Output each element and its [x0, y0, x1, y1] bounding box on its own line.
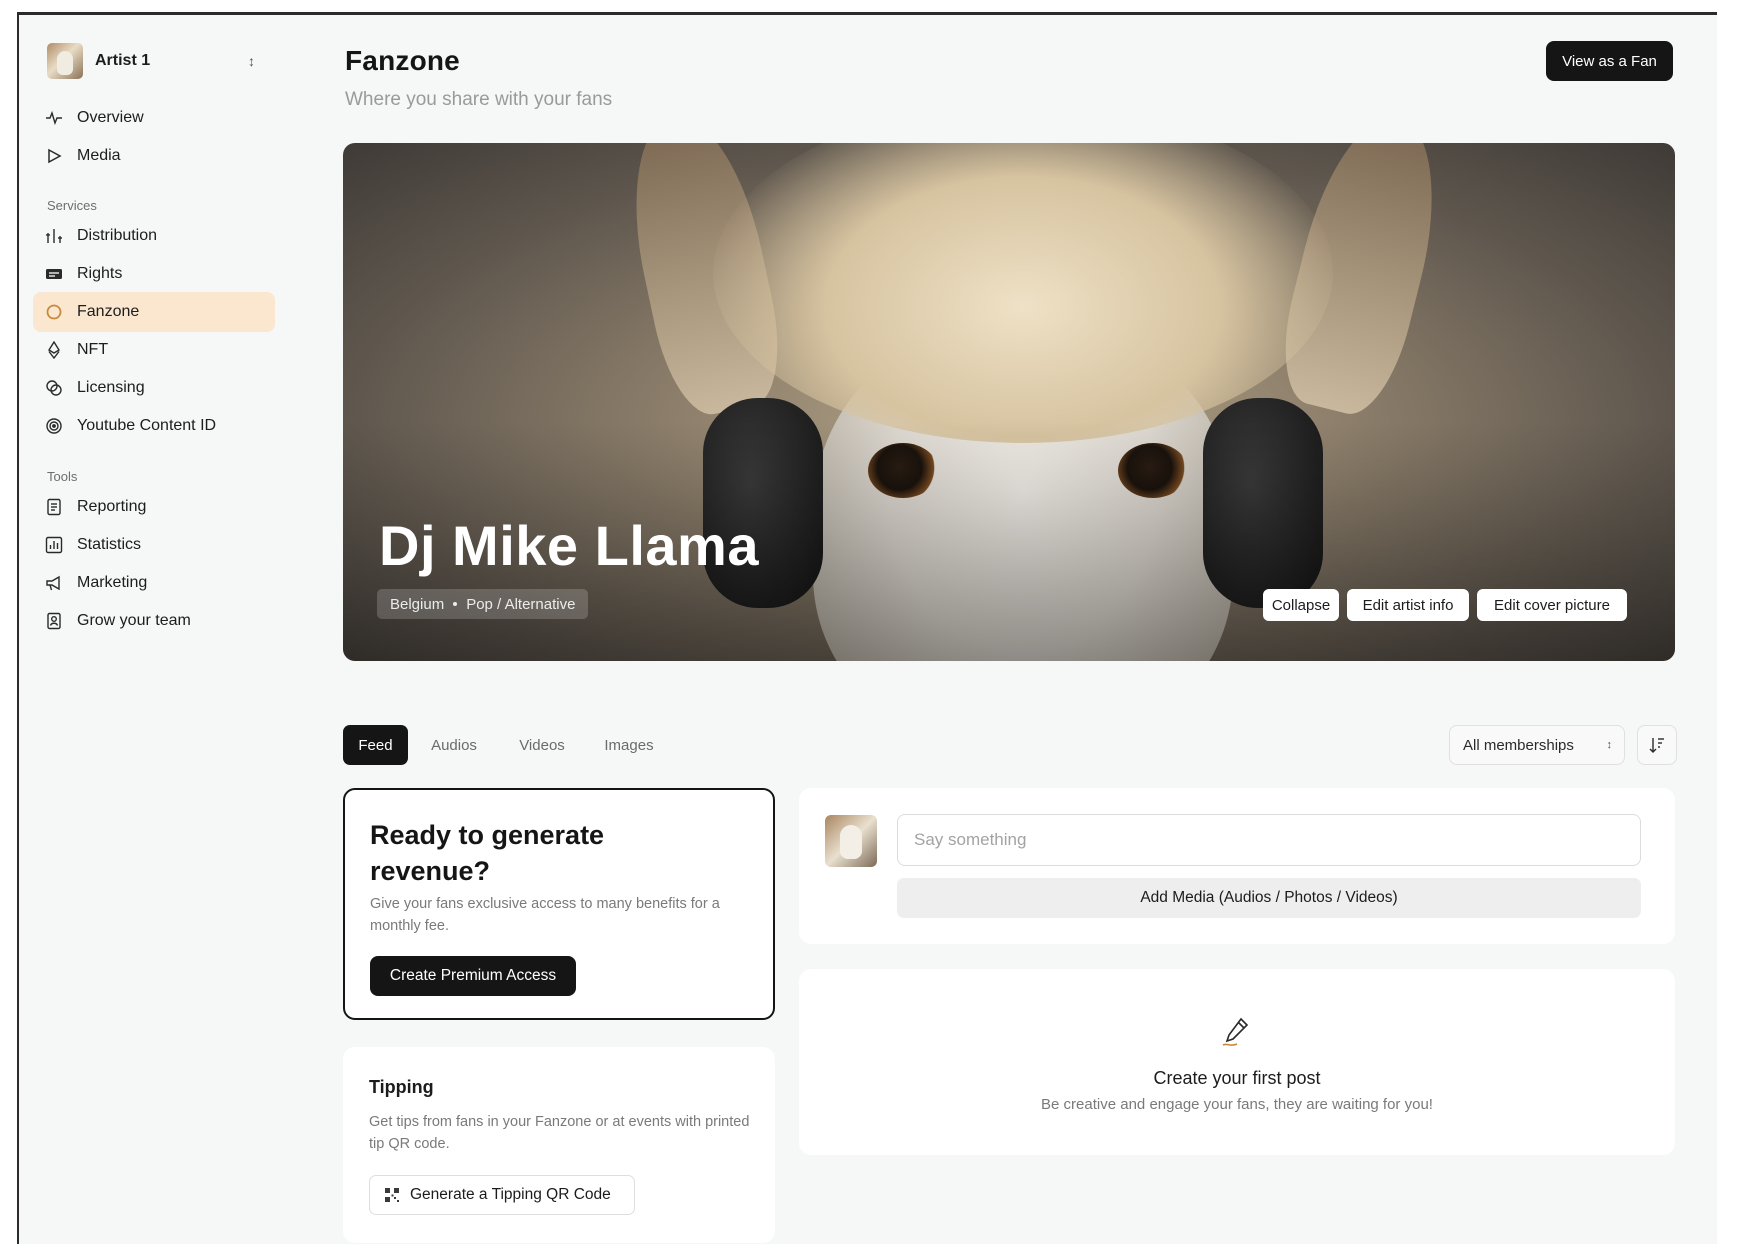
artist-name: Dj Mike Llama [379, 514, 759, 577]
sidebar-item-fanzone[interactable]: Fanzone [33, 292, 275, 332]
contact-icon [45, 612, 63, 630]
sidebar-item-nft[interactable]: NFT [33, 330, 275, 370]
tab-images[interactable]: Images [591, 725, 667, 765]
circle-icon [45, 303, 63, 321]
sidebar-item-label: Overview [77, 109, 144, 126]
artist-country: Belgium [390, 595, 445, 613]
chevron-up-down-icon: ↕ [1606, 739, 1613, 751]
artist-genre: Pop / Alternative [466, 595, 576, 613]
sidebar-item-media[interactable]: Media [33, 136, 275, 176]
premium-access-card: Ready to generate revenue? Give your fan… [343, 788, 775, 1020]
post-input[interactable] [897, 814, 1641, 866]
pen-icon [1222, 1017, 1249, 1046]
tools-heading: Tools [47, 469, 78, 484]
chart-icon [45, 536, 63, 554]
activity-icon [45, 109, 63, 127]
sidebar-item-label: Marketing [77, 574, 148, 591]
qr-code-icon [385, 1188, 399, 1202]
add-media-button[interactable]: Add Media (Audios / Photos / Videos) [897, 878, 1641, 918]
tipping-card: Tipping Get tips from fans in your Fanzo… [343, 1047, 775, 1243]
sidebar-item-overview[interactable]: Overview [33, 98, 275, 138]
post-composer: Add Media (Audios / Photos / Videos) [799, 788, 1675, 944]
account-name: Artist 1 [95, 52, 151, 69]
sidebar-item-label: Media [77, 147, 121, 164]
generate-qr-code-label: Generate a Tipping QR Code [410, 1186, 611, 1203]
tipping-title: Tipping [369, 1077, 434, 1097]
artist-avatar [47, 43, 83, 79]
empty-state-title: Create your first post [1153, 1068, 1321, 1088]
empty-feed-state: Create your first post Be creative and e… [799, 969, 1675, 1155]
content-id-icon [45, 417, 63, 435]
sidebar-item-marketing[interactable]: Marketing [33, 563, 275, 603]
tipping-text: Get tips from fans in your Fanzone or at… [369, 1114, 750, 1152]
collapse-button[interactable]: Collapse [1263, 589, 1339, 621]
sidebar-item-licensing[interactable]: Licensing [33, 368, 275, 408]
sidebar-item-label: Fanzone [77, 303, 140, 320]
premium-access-text: Give your fans exclusive access to many … [370, 896, 720, 934]
tab-feed[interactable]: Feed [343, 725, 408, 765]
sidebar-item-rights[interactable]: Rights [33, 254, 275, 294]
sidebar-item-label: Rights [77, 265, 123, 282]
artist-avatar [825, 815, 877, 867]
edit-cover-picture-button[interactable]: Edit cover picture [1477, 589, 1627, 621]
sidebar-item-label: Distribution [77, 227, 158, 244]
tab-videos[interactable]: Videos [505, 725, 579, 765]
premium-access-title: Ready to generate revenue? [370, 820, 605, 886]
membership-select[interactable]: All memberships ↕ [1449, 725, 1625, 765]
sidebar-item-distribution[interactable]: Distribution [33, 216, 275, 256]
empty-state-text: Be creative and engage your fans, they a… [1041, 1096, 1433, 1113]
account-switcher[interactable]: Artist 1 ↕ [47, 41, 255, 81]
membership-select-value: All memberships [1463, 736, 1574, 754]
page-subtitle: Where you share with your fans [345, 89, 613, 110]
sort-button[interactable] [1637, 725, 1677, 765]
megaphone-icon [45, 574, 63, 592]
sidebar-item-grow-your-team[interactable]: Grow your team [33, 601, 275, 641]
sidebar: Artist 1 ↕ Overview Media Services Distr… [19, 15, 281, 1244]
artist-meta-badge: Belgium Pop / Alternative [377, 589, 589, 619]
generate-qr-code-button[interactable]: Generate a Tipping QR Code [369, 1175, 635, 1215]
sidebar-item-label: Youtube Content ID [77, 417, 217, 434]
sort-icon [1649, 738, 1664, 753]
distribution-icon [45, 227, 63, 245]
rights-icon [45, 265, 63, 283]
view-as-fan-button[interactable]: View as a Fan [1546, 41, 1673, 81]
sidebar-item-label: Reporting [77, 498, 147, 515]
ethereum-icon [45, 341, 63, 359]
sidebar-item-reporting[interactable]: Reporting [33, 487, 275, 527]
licensing-icon [45, 379, 63, 397]
create-premium-access-button[interactable]: Create Premium Access [370, 956, 576, 996]
chevron-up-down-icon: ↕ [248, 53, 255, 69]
services-heading: Services [47, 198, 97, 213]
sidebar-item-label: Statistics [77, 536, 142, 553]
cover-picture: Dj Mike Llama Belgium Pop / Alternative … [343, 143, 1675, 661]
sidebar-item-youtube-content-id[interactable]: Youtube Content ID [33, 406, 275, 446]
edit-artist-info-button[interactable]: Edit artist info [1347, 589, 1469, 621]
sidebar-item-label: NFT [77, 341, 109, 358]
play-icon [45, 147, 63, 165]
tab-audios[interactable]: Audios [419, 725, 489, 765]
sidebar-item-label: Licensing [77, 379, 145, 396]
sidebar-item-label: Grow your team [77, 612, 191, 629]
page-title: Fanzone [345, 45, 460, 76]
report-icon [45, 498, 63, 516]
separator-dot [453, 602, 458, 606]
sidebar-item-statistics[interactable]: Statistics [33, 525, 275, 565]
app-window: Artist 1 ↕ Overview Media Services Distr… [17, 12, 1717, 1244]
